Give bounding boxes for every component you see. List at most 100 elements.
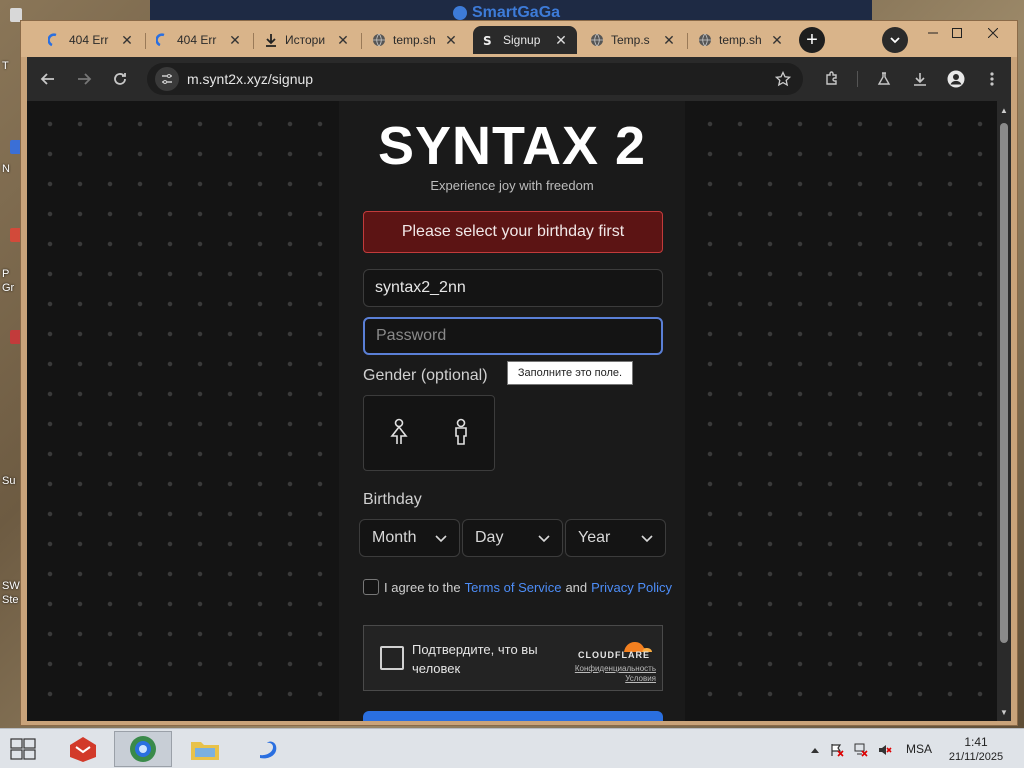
- cloudflare-captcha: Подтвердите, что вы человек CLOUDFLARE К…: [363, 625, 663, 691]
- globe-icon: [371, 32, 387, 48]
- tray-network-icon[interactable]: [854, 743, 868, 757]
- clock-date[interactable]: 21/11/2025: [946, 751, 1006, 763]
- captcha-privacy-link[interactable]: Конфиденциальность: [564, 664, 656, 673]
- error-message: Please select your birthday first: [363, 211, 663, 253]
- cloud-icon: [155, 32, 171, 48]
- flask-icon: [877, 72, 891, 85]
- year-select[interactable]: Year: [565, 519, 666, 557]
- globe-icon: [697, 32, 713, 48]
- desktop-icon-label: Ste: [2, 594, 19, 606]
- day-select[interactable]: Day: [462, 519, 563, 557]
- tab-signup[interactable]: S Signup ✕: [473, 26, 577, 54]
- menu-button[interactable]: [979, 66, 1005, 92]
- avatar-icon: [947, 70, 965, 88]
- tab-temp-sh-2[interactable]: Temp.s ✕: [581, 26, 685, 54]
- close-icon[interactable]: ✕: [661, 32, 677, 48]
- tab-title: 404 Err: [69, 33, 109, 47]
- bookmark-button[interactable]: [771, 67, 795, 91]
- downloads-button[interactable]: [907, 66, 933, 92]
- scroll-down-icon[interactable]: ▼: [999, 707, 1009, 717]
- profile-button[interactable]: [943, 66, 969, 92]
- chevron-down-icon: [641, 535, 653, 543]
- gender-selector: [363, 395, 495, 471]
- cloudflare-brand: CLOUDFLARE: [578, 650, 650, 660]
- desktop-icon-label: P: [2, 268, 10, 280]
- tab-404-error-2[interactable]: 404 Err ✕: [147, 26, 251, 54]
- scroll-up-icon[interactable]: ▲: [999, 105, 1009, 115]
- taskbar-app-explorer[interactable]: [176, 731, 234, 767]
- tray-volume-icon[interactable]: [878, 743, 892, 757]
- toolbar-divider: [857, 71, 858, 87]
- close-icon[interactable]: ✕: [119, 32, 135, 48]
- new-tab-button[interactable]: +: [799, 27, 825, 53]
- tab-search-button[interactable]: [882, 27, 908, 53]
- labs-button[interactable]: [871, 66, 897, 92]
- chevron-down-icon: [435, 535, 447, 543]
- month-select[interactable]: Month: [359, 519, 460, 557]
- clock-time[interactable]: 1:41: [946, 735, 1006, 749]
- taskbar-app-swan[interactable]: [238, 731, 296, 767]
- reload-button[interactable]: [107, 66, 133, 92]
- close-icon[interactable]: ✕: [443, 32, 459, 48]
- privacy-policy-link[interactable]: Privacy Policy: [591, 580, 672, 595]
- tray-expand-icon[interactable]: [808, 743, 822, 757]
- language-indicator[interactable]: MSA: [906, 742, 932, 756]
- address-bar[interactable]: m.synt2x.xyz/signup: [147, 63, 803, 95]
- reload-icon: [114, 73, 126, 85]
- arrow-left-icon: [40, 73, 54, 85]
- male-icon: [455, 418, 467, 445]
- close-icon[interactable]: ✕: [227, 32, 243, 48]
- month-select-value: Month: [372, 529, 417, 546]
- signup-panel: SYNTAX 2 Experience joy with freedom Ple…: [339, 101, 685, 721]
- terms-checkbox[interactable]: [363, 579, 379, 595]
- taskbar-app-browser[interactable]: [114, 731, 172, 767]
- desktop-icon-label: T: [2, 60, 9, 72]
- captcha-terms-link[interactable]: Условия: [564, 674, 656, 683]
- tune-icon: [162, 74, 172, 84]
- back-button[interactable]: [35, 66, 61, 92]
- scrollbar-thumb[interactable]: [1000, 123, 1008, 643]
- forward-button[interactable]: [71, 66, 97, 92]
- tab-404-error-1[interactable]: 404 Err ✕: [39, 26, 143, 54]
- terms-and-text: and: [565, 579, 588, 595]
- smartgaga-logo-icon: [453, 6, 467, 20]
- tab-history[interactable]: Истори ✕: [255, 26, 359, 54]
- extensions-button[interactable]: [819, 66, 845, 92]
- username-field[interactable]: [363, 269, 663, 307]
- tab-separator: [361, 33, 362, 49]
- signup-submit-button[interactable]: [363, 711, 663, 721]
- gender-female-option[interactable]: [384, 416, 414, 448]
- close-icon[interactable]: ✕: [769, 32, 785, 48]
- globe-icon: [589, 32, 605, 48]
- taskbar-app-1[interactable]: [54, 731, 112, 767]
- day-select-value: Day: [475, 529, 504, 546]
- captcha-checkbox[interactable]: [380, 646, 404, 670]
- close-icon[interactable]: ✕: [335, 32, 351, 48]
- desktop-icon-label: SW: [2, 580, 20, 592]
- browser-toolbar: m.synt2x.xyz/signup: [27, 57, 1011, 101]
- tab-title: Истори: [285, 33, 326, 47]
- browser-icon: [130, 736, 156, 762]
- password-field[interactable]: [363, 317, 663, 355]
- tab-title: Temp.s: [611, 33, 650, 47]
- site-info-button[interactable]: [155, 67, 179, 91]
- tab-temp-sh-3[interactable]: temp.sh ✕: [689, 26, 793, 54]
- url-text[interactable]: m.synt2x.xyz/signup: [187, 71, 313, 87]
- maximize-button[interactable]: [939, 21, 975, 45]
- page-viewport: SYNTAX 2 Experience joy with freedom Ple…: [27, 101, 997, 721]
- close-window-button[interactable]: [975, 21, 1011, 45]
- tray-flag-icon[interactable]: [830, 743, 844, 757]
- tab-separator: [253, 33, 254, 49]
- gender-male-option[interactable]: [446, 416, 476, 448]
- red-app-icon: [70, 737, 96, 762]
- tab-temp-sh-1[interactable]: temp.sh ✕: [363, 26, 467, 54]
- captcha-text: Подтвердите, что вы человек: [412, 642, 538, 676]
- close-icon[interactable]: ✕: [553, 32, 569, 48]
- terms-of-service-link[interactable]: Terms of Service: [465, 580, 562, 595]
- terms-text: I agree to the: [384, 579, 461, 595]
- chevron-down-icon: [538, 535, 550, 543]
- windows-start-icon[interactable]: [10, 738, 36, 760]
- page-scrollbar[interactable]: ▲ ▼: [997, 101, 1011, 721]
- download-icon: [914, 73, 926, 86]
- tab-title: temp.sh: [719, 33, 762, 47]
